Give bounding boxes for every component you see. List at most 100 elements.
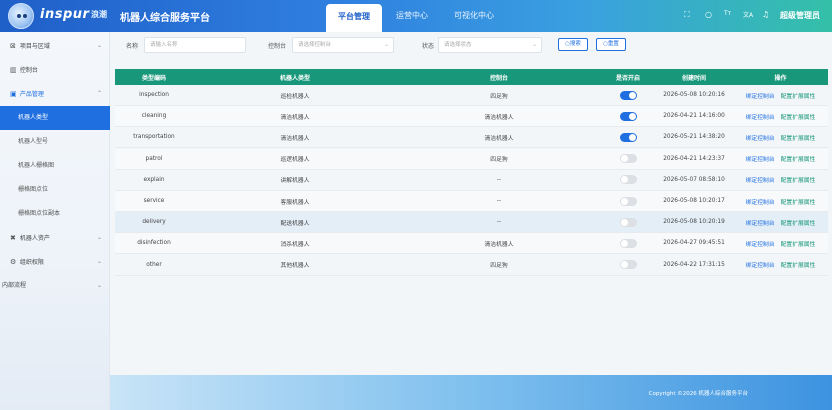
cell-enabled bbox=[601, 149, 655, 169]
search-button[interactable]: ○搜索 bbox=[558, 38, 588, 51]
cell-type-code: delivery bbox=[142, 219, 166, 226]
sidebar-item-console[interactable]: ▥ 控制台 bbox=[0, 58, 110, 82]
top-header: inspur 浪潮 机器人综合服务平台 平台管理 运营中心 可视化中心 ⛶ ○ … bbox=[0, 0, 832, 32]
cell-enabled bbox=[601, 233, 655, 253]
console-select[interactable]: 请选择控制台 ⌄ bbox=[292, 37, 394, 53]
config-ext-attr-link[interactable]: 配置扩展属性 bbox=[781, 218, 816, 227]
toggle-knob bbox=[620, 239, 628, 247]
bind-console-link[interactable]: 绑定控制台 bbox=[746, 239, 775, 248]
cell-enabled bbox=[601, 212, 655, 232]
enabled-toggle[interactable] bbox=[619, 238, 637, 248]
bind-console-link[interactable]: 绑定控制台 bbox=[746, 175, 775, 184]
enabled-toggle[interactable] bbox=[619, 111, 637, 121]
config-ext-attr-link[interactable]: 配置扩展属性 bbox=[781, 91, 816, 100]
sidebar-item-robot-type[interactable]: 机器人类型 bbox=[0, 106, 110, 130]
config-ext-attr-link[interactable]: 配置扩展属性 bbox=[781, 133, 816, 142]
cell-console: 清洁机器人 bbox=[484, 114, 514, 121]
cell-console: 四足狗 bbox=[490, 93, 508, 100]
cell-actions: 绑定控制台 配置扩展属性 bbox=[733, 106, 828, 126]
config-ext-attr-link[interactable]: 配置扩展属性 bbox=[781, 197, 816, 206]
config-ext-attr-link[interactable]: 配置扩展属性 bbox=[781, 154, 816, 163]
sidebar-item-grid-points-copy[interactable]: 栅格图点位副本 bbox=[0, 202, 110, 226]
cell-created: 2026-04-21 14:16:00 bbox=[663, 113, 725, 120]
name-placeholder: 请输入名称 bbox=[150, 42, 178, 48]
cell-console: 四足狗 bbox=[490, 157, 508, 164]
gear-icon: ⚙ bbox=[10, 258, 17, 266]
enabled-toggle[interactable] bbox=[619, 196, 637, 206]
cell-actions: 绑定控制台 配置扩展属性 bbox=[733, 255, 828, 275]
tab-platform-management[interactable]: 平台管理 bbox=[326, 4, 382, 32]
enabled-toggle[interactable] bbox=[619, 154, 637, 164]
sidebar-item-label: 内部流程 bbox=[2, 282, 27, 289]
chevron-down-icon: ⌄ bbox=[383, 41, 389, 48]
table-header: 类型编码 机器人类型 控制台 是否开启 创建时间 操作 bbox=[115, 69, 828, 85]
sidebar-item-label: 机器人类型 bbox=[18, 114, 49, 121]
sidebar-item-org-permissions[interactable]: ⚙ 组织权限 ⌄ bbox=[0, 250, 110, 274]
chevron-down-icon: ⌄ bbox=[96, 258, 102, 265]
cell-actions: 绑定控制台 配置扩展属性 bbox=[733, 233, 828, 253]
sidebar-item-label: 机器人资产 bbox=[19, 235, 50, 242]
sidebar-item-robot-model[interactable]: 机器人型号 bbox=[0, 130, 110, 154]
reset-button[interactable]: ○重置 bbox=[596, 38, 626, 51]
console-label: 控制台 bbox=[268, 43, 287, 50]
bell-icon[interactable]: ♫ bbox=[762, 10, 769, 19]
cell-created: 2026-05-08 10:20:19 bbox=[663, 219, 725, 226]
table-row: delivery 配送机器人 -- 2026-05-08 10:20:19 绑定控制台配… bbox=[115, 212, 828, 234]
sidebar-item-robot-grid-map[interactable]: 机器人栅格图 bbox=[0, 154, 110, 178]
sidebar: ⊠ 项目与区域 ⌄ ▥ 控制台 ▣ 产品管理 ⌃ 机器人类型 机器人型号 机器人… bbox=[0, 32, 110, 410]
toggle-knob bbox=[620, 197, 628, 205]
sidebar-item-label: 控制台 bbox=[19, 67, 38, 74]
cell-created: 2026-04-22 17:31:15 bbox=[663, 261, 725, 268]
cell-type-code: explain bbox=[143, 176, 165, 183]
bind-console-link[interactable]: 绑定控制台 bbox=[746, 218, 775, 227]
config-ext-attr-link[interactable]: 配置扩展属性 bbox=[781, 260, 816, 269]
product-icon: ▣ bbox=[10, 90, 17, 98]
bind-console-link[interactable]: 绑定控制台 bbox=[746, 91, 775, 100]
config-ext-attr-link[interactable]: 配置扩展属性 bbox=[781, 239, 816, 248]
table-row: transportation 清洁机器人 清洁机器人 2026-05-21 14:38… bbox=[115, 127, 828, 149]
tools-icon: ✖ bbox=[10, 234, 16, 242]
table-row: disinfection 消杀机器人 清洁机器人 2026-04-27 09:45:5… bbox=[115, 233, 828, 255]
cell-created: 2026-05-08 10:20:17 bbox=[663, 198, 725, 204]
table-row: cleaning 清洁机器人 清洁机器人 2026-04-21 14:16:00 绑定控… bbox=[115, 106, 828, 128]
tab-visualization-center[interactable]: 可视化中心 bbox=[446, 0, 502, 32]
config-ext-attr-link[interactable]: 配置扩展属性 bbox=[781, 112, 816, 121]
font-size-icon[interactable]: Tт bbox=[724, 10, 731, 17]
name-input[interactable]: 请输入名称 bbox=[144, 37, 246, 53]
enabled-toggle[interactable] bbox=[619, 217, 637, 227]
sidebar-item-project-region[interactable]: ⊠ 项目与区域 ⌄ bbox=[0, 34, 110, 58]
bind-console-link[interactable]: 绑定控制台 bbox=[746, 197, 775, 206]
config-ext-attr-link[interactable]: 配置扩展属性 bbox=[781, 175, 816, 184]
sidebar-item-internal-process[interactable]: 内部流程 ⌄ bbox=[0, 274, 110, 298]
sidebar-item-grid-points[interactable]: 栅格图点位 bbox=[0, 178, 110, 202]
header-type-code: 类型编码 bbox=[141, 74, 166, 82]
user-menu[interactable]: 超级管理员 bbox=[780, 10, 820, 21]
header-console: 控制台 bbox=[489, 74, 508, 82]
tab-operation-center[interactable]: 运营中心 bbox=[388, 0, 436, 32]
status-select[interactable]: 请选择状态 ⌄ bbox=[438, 37, 542, 53]
platform-title: 机器人综合服务平台 bbox=[120, 13, 210, 24]
cell-robot-type: 其他机器人 bbox=[280, 263, 310, 270]
chevron-down-icon: ⌄ bbox=[96, 42, 102, 49]
enabled-toggle[interactable] bbox=[619, 132, 637, 142]
cell-type-code: disinfection bbox=[137, 240, 171, 247]
bind-console-link[interactable]: 绑定控制台 bbox=[746, 112, 775, 121]
enabled-toggle[interactable] bbox=[619, 260, 637, 270]
cell-console: 清洁机器人 bbox=[484, 135, 514, 142]
cell-type-code: patrol bbox=[145, 155, 163, 162]
sidebar-item-robot-assets[interactable]: ✖ 机器人资产 ⌄ bbox=[0, 226, 110, 250]
chevron-down-icon: ⌄ bbox=[96, 234, 102, 241]
enabled-toggle[interactable] bbox=[619, 90, 637, 100]
enabled-toggle[interactable] bbox=[619, 175, 637, 185]
cell-enabled bbox=[601, 191, 655, 211]
translate-icon[interactable]: 文A bbox=[743, 10, 753, 19]
bind-console-link[interactable]: 绑定控制台 bbox=[746, 260, 775, 269]
fullscreen-icon[interactable]: ⛶ bbox=[684, 10, 690, 20]
bind-console-link[interactable]: 绑定控制台 bbox=[746, 154, 775, 163]
toggle-knob bbox=[628, 112, 636, 120]
sidebar-item-product-management[interactable]: ▣ 产品管理 ⌃ bbox=[0, 82, 110, 106]
cell-console: 清洁机器人 bbox=[484, 241, 514, 248]
toggle-knob bbox=[620, 155, 628, 163]
search-icon[interactable]: ○ bbox=[705, 10, 712, 19]
bind-console-link[interactable]: 绑定控制台 bbox=[746, 133, 775, 142]
